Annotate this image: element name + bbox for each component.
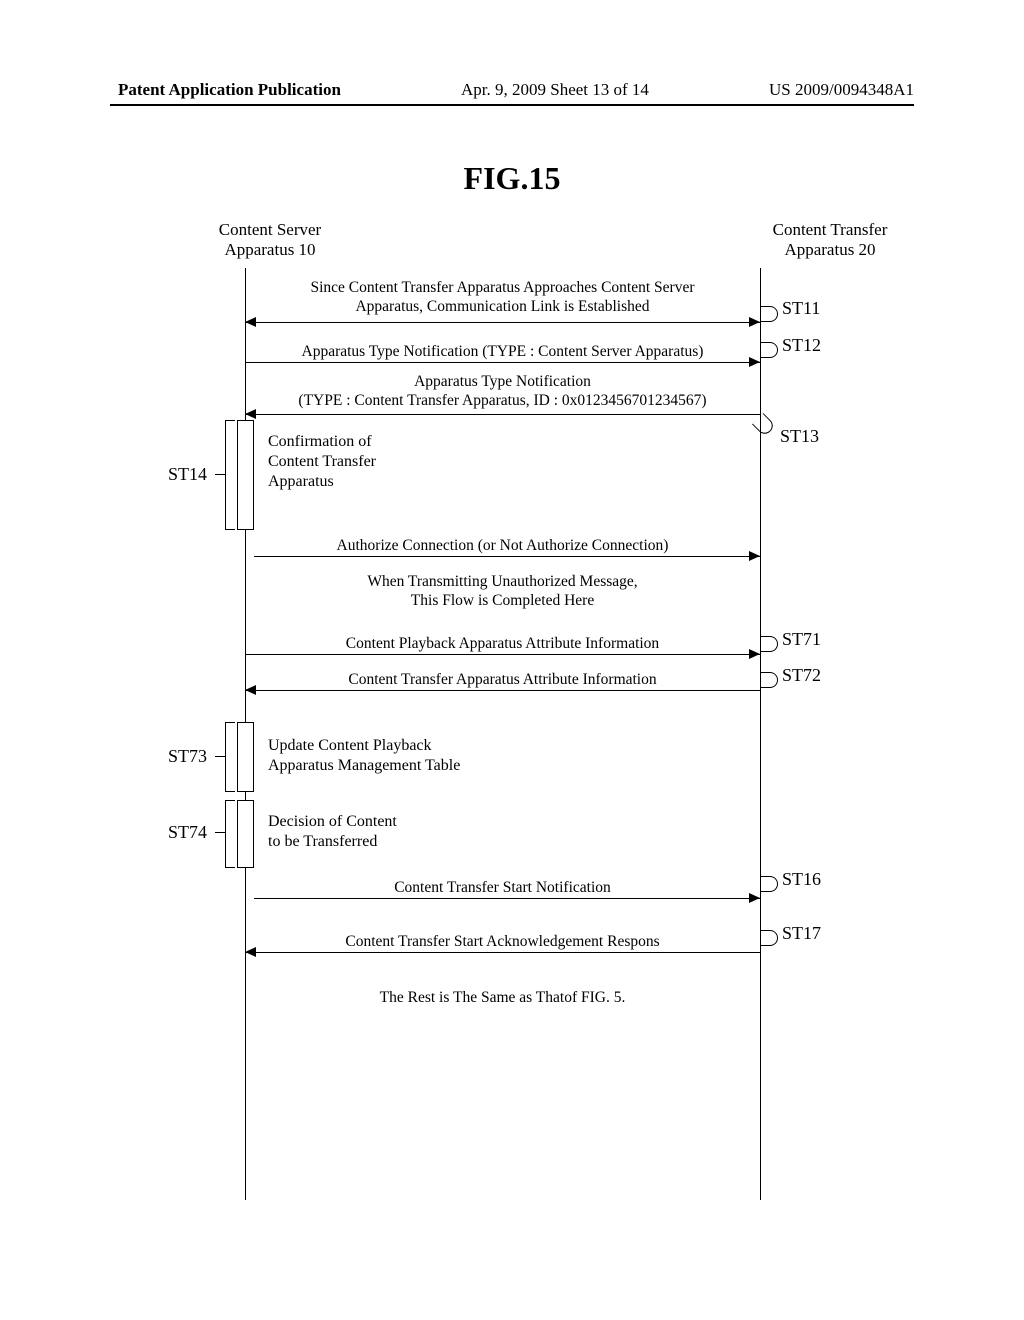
header-publication: Patent Application Publication	[118, 80, 341, 100]
activation-st74	[237, 800, 254, 868]
arrow-st11	[245, 322, 760, 323]
connector-st73	[215, 756, 225, 757]
arrow-head-authorize	[749, 551, 760, 561]
arrow-head-st13	[245, 409, 256, 419]
arrow-head-st11-r	[749, 317, 760, 327]
msg-st71: Content Playback Apparatus Attribute Inf…	[245, 634, 760, 653]
arrow-head-st12	[749, 357, 760, 367]
sequence-diagram: Content Server Apparatus 10 Content Tran…	[120, 220, 890, 1200]
arrow-authorize	[254, 556, 760, 557]
label-st72: ST72	[782, 665, 821, 686]
msg-st12: Apparatus Type Notification (TYPE : Cont…	[245, 342, 760, 361]
arrow-st16	[254, 898, 760, 899]
activation-st73	[237, 722, 254, 792]
header-patent-number: US 2009/0094348A1	[769, 80, 914, 100]
arrow-head-st16	[749, 893, 760, 903]
hook-st71	[760, 636, 778, 652]
bracket-st73	[225, 722, 235, 792]
label-st17: ST17	[782, 923, 821, 944]
hook-st11	[760, 306, 778, 322]
arrow-head-st72	[245, 685, 256, 695]
label-st12: ST12	[782, 335, 821, 356]
lifeline-label-transfer: Content Transfer Apparatus 20	[750, 220, 910, 261]
arrow-head-st17	[245, 947, 256, 957]
label-st11: ST11	[782, 298, 820, 319]
label-st13: ST13	[780, 426, 819, 447]
activation-label-st14: Confirmation of Content Transfer Apparat…	[268, 432, 376, 492]
connector-st14	[215, 474, 225, 475]
figure-title: FIG.15	[0, 160, 1024, 197]
arrow-st12	[245, 362, 760, 363]
msg-st11: Since Content Transfer Apparatus Approac…	[245, 278, 760, 317]
connector-st74	[215, 832, 225, 833]
activation-label-st74: Decision of Content to be Transferred	[268, 812, 397, 852]
label-st73: ST73	[168, 746, 207, 767]
hook-st16	[760, 876, 778, 892]
hook-st13	[752, 413, 776, 437]
bracket-st14	[225, 420, 235, 530]
msg-st72: Content Transfer Apparatus Attribute Inf…	[245, 670, 760, 689]
page-header: Patent Application Publication Apr. 9, 2…	[0, 80, 1024, 100]
msg-st16: Content Transfer Start Notification	[245, 878, 760, 897]
msg-authorize: Authorize Connection (or Not Authorize C…	[245, 536, 760, 555]
activation-st14	[237, 420, 254, 530]
hook-st12	[760, 342, 778, 358]
activation-label-st73: Update Content Playback Apparatus Manage…	[268, 736, 460, 776]
hook-st17	[760, 930, 778, 946]
header-date-sheet: Apr. 9, 2009 Sheet 13 of 14	[461, 80, 649, 100]
label-st16: ST16	[782, 869, 821, 890]
lifeline-label-server: Content Server Apparatus 10	[190, 220, 350, 261]
msg-st13: Apparatus Type Notification (TYPE : Cont…	[245, 372, 760, 411]
header-divider	[110, 104, 914, 106]
arrow-st71	[245, 654, 760, 655]
arrow-st17	[245, 952, 760, 953]
arrow-st13	[245, 414, 760, 415]
lifeline-transfer	[760, 268, 761, 1200]
arrow-st72	[245, 690, 760, 691]
label-st71: ST71	[782, 629, 821, 650]
arrow-head-st71	[749, 649, 760, 659]
label-st14: ST14	[168, 464, 207, 485]
hook-st72	[760, 672, 778, 688]
note-unauthorized: When Transmitting Unauthorized Message, …	[245, 572, 760, 611]
label-st74: ST74	[168, 822, 207, 843]
note-rest: The Rest is The Same as Thatof FIG. 5.	[245, 988, 760, 1007]
msg-st17: Content Transfer Start Acknowledgement R…	[245, 932, 760, 951]
arrow-head-st11-l	[245, 317, 256, 327]
bracket-st74	[225, 800, 235, 868]
